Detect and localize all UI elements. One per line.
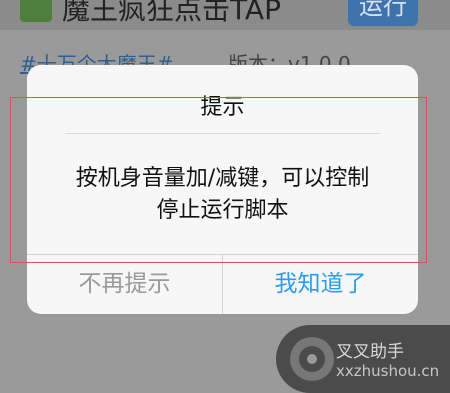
alert-dialog: 提示 按机身音量加/减键，可以控制 停止运行脚本 不再提示 我知道了 xyxy=(27,65,418,314)
run-button[interactable]: 运行 xyxy=(348,0,418,26)
dialog-message-line-2: 停止运行脚本 xyxy=(156,198,289,223)
dialog-title: 提示 xyxy=(200,95,245,120)
watermark-url: xxzhushou.cn xyxy=(336,362,440,380)
watermark: 叉叉助手 xxzhushou.cn xyxy=(276,325,450,393)
app-title: 魔王疯狂点击TAP xyxy=(62,0,281,26)
watermark-logo-icon xyxy=(290,337,334,381)
dialog-message-line-1: 按机身音量加/减键，可以控制 xyxy=(75,166,370,191)
background-header: 魔王疯狂点击TAP 运行 xyxy=(0,0,450,30)
title-divider xyxy=(65,133,380,134)
dialog-message: 按机身音量加/减键，可以控制 停止运行脚本 xyxy=(43,163,402,227)
dont-show-again-button[interactable]: 不再提示 xyxy=(27,255,222,314)
app-icon xyxy=(20,0,52,22)
got-it-button[interactable]: 我知道了 xyxy=(223,255,418,314)
watermark-name: 叉叉助手 xyxy=(336,342,404,362)
